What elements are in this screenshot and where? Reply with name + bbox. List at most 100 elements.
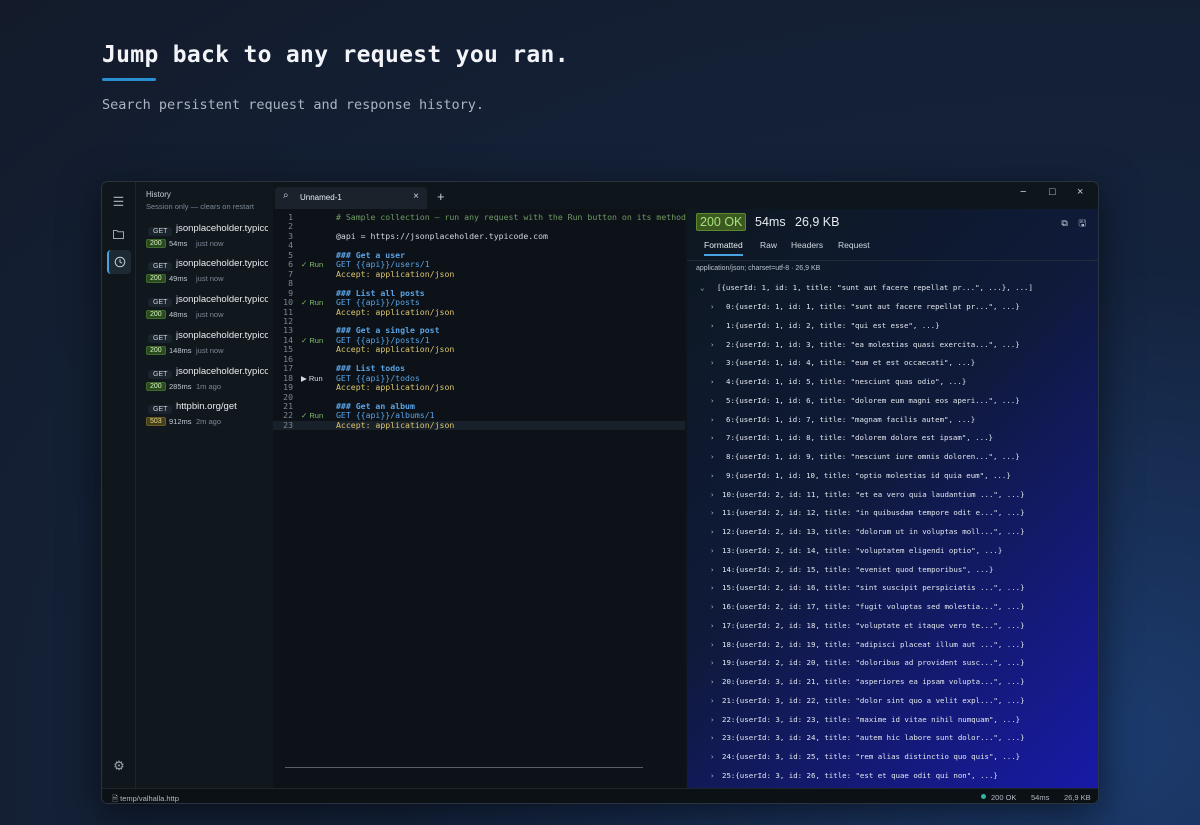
code-line[interactable]: 6 ✓ Run GET {{api}}/users/1: [273, 260, 685, 270]
json-row[interactable]: 20:{userId: 3, id: 21, title: "asperiore…: [722, 677, 1025, 686]
json-row[interactable]: 17:{userId: 2, id: 18, title: "voluptate…: [722, 621, 1025, 630]
gear-icon[interactable]: ⚙: [107, 754, 131, 778]
json-row[interactable]: 1:{userId: 1, id: 2, title: "qui est ess…: [726, 321, 940, 330]
window-close-button[interactable]: ×: [1077, 186, 1083, 198]
tab-headers[interactable]: Headers: [791, 240, 823, 254]
json-row[interactable]: 12:{userId: 2, id: 13, title: "dolorum u…: [722, 527, 1025, 536]
json-row[interactable]: 23:{userId: 3, id: 24, title: "autem hic…: [722, 733, 1025, 742]
history-item[interactable]: GET httpbin.org/get 503 912ms 2m ago: [136, 399, 273, 431]
json-row[interactable]: 18:{userId: 2, id: 19, title: "adipisci …: [722, 640, 1025, 649]
chevron-right-icon[interactable]: ›: [710, 452, 714, 461]
json-row[interactable]: 16:{userId: 2, id: 17, title: "fugit vol…: [722, 602, 1025, 611]
json-row[interactable]: 10:{userId: 2, id: 11, title: "et ea ver…: [722, 490, 1025, 499]
code-line[interactable]: 11 Accept: application/json: [273, 307, 685, 318]
json-row[interactable]: 11:{userId: 2, id: 12, title: "in quibus…: [722, 508, 1025, 517]
history-item[interactable]: GET jsonplaceholder.typicode.com 200 48m…: [136, 292, 273, 324]
json-row[interactable]: 6:{userId: 1, id: 7, title: "magnam faci…: [726, 415, 975, 424]
history-item[interactable]: GET jsonplaceholder.typicode.com 200 54m…: [136, 221, 273, 253]
close-icon[interactable]: ×: [413, 191, 419, 202]
chevron-right-icon[interactable]: ›: [710, 602, 714, 611]
history-item[interactable]: GET jsonplaceholder.typicode.com 200 49m…: [136, 256, 273, 288]
chevron-right-icon[interactable]: ›: [710, 640, 714, 649]
tab-request[interactable]: Request: [838, 240, 870, 254]
chevron-right-icon[interactable]: ›: [710, 340, 714, 349]
json-row[interactable]: 2:{userId: 1, id: 3, title: "ea molestia…: [726, 340, 1020, 349]
tab-raw[interactable]: Raw: [760, 240, 777, 254]
chevron-right-icon[interactable]: ›: [710, 771, 714, 780]
chevron-right-icon[interactable]: ›: [710, 508, 714, 517]
json-row[interactable]: 25:{userId: 3, id: 26, title: "est et qu…: [722, 771, 998, 780]
code-line[interactable]: 3 @api = https://jsonplaceholder.typicode…: [273, 231, 685, 242]
new-tab-button[interactable]: +: [437, 189, 445, 204]
chevron-right-icon[interactable]: ›: [710, 715, 714, 724]
json-row[interactable]: 22:{userId: 3, id: 23, title: "maxime id…: [722, 715, 1020, 724]
chevron-right-icon[interactable]: ›: [710, 621, 714, 630]
code-editor[interactable]: 1 # Sample collection — run any request w…: [273, 209, 686, 788]
code-line[interactable]: 4: [273, 241, 685, 251]
code-line[interactable]: 16: [273, 354, 685, 365]
chevron-right-icon[interactable]: ›: [710, 415, 714, 424]
chevron-right-icon[interactable]: ›: [710, 733, 714, 742]
code-line[interactable]: 1 # Sample collection — run any request w…: [273, 212, 686, 223]
json-row[interactable]: 13:{userId: 2, id: 14, title: "voluptate…: [722, 546, 1002, 555]
history-item[interactable]: GET jsonplaceholder.typicode.com 200 285…: [136, 364, 273, 396]
folder-icon[interactable]: [107, 222, 131, 246]
horizontal-scrollbar[interactable]: [285, 767, 643, 768]
json-row[interactable]: 19:{userId: 2, id: 20, title: "doloribus…: [722, 658, 1025, 667]
tab-unnamed-1[interactable]: ⌕ Unnamed-1 ×: [275, 187, 427, 209]
chevron-right-icon[interactable]: ›: [710, 433, 714, 442]
json-root[interactable]: [{userId: 1, id: 1, title: "sunt aut fac…: [717, 283, 1033, 292]
json-row[interactable]: 9:{userId: 1, id: 10, title: "optio mole…: [726, 471, 1011, 480]
code-line[interactable]: 9 ### List all posts: [273, 288, 685, 299]
json-row[interactable]: 14:{userId: 2, id: 15, title: "eveniet q…: [722, 565, 993, 574]
json-row[interactable]: 4:{userId: 1, id: 5, title: "nesciunt qu…: [726, 377, 966, 386]
chevron-right-icon[interactable]: ›: [710, 565, 714, 574]
chevron-right-icon[interactable]: ›: [710, 583, 714, 592]
code-line[interactable]: 17 ### List todos: [273, 364, 685, 374]
code-line[interactable]: 23 Accept: application/json: [273, 420, 685, 431]
copy-icon[interactable]: ⧉: [1061, 218, 1067, 228]
menu-icon[interactable]: ☰: [107, 190, 131, 214]
chevron-right-icon[interactable]: ›: [710, 658, 714, 667]
code-line[interactable]: 8: [273, 279, 685, 289]
code-line[interactable]: 18 ▶ Run GET {{api}}/todos: [273, 373, 685, 384]
code-line[interactable]: 13 ### Get a single post: [273, 326, 685, 336]
chevron-right-icon[interactable]: ›: [710, 377, 714, 386]
code-line[interactable]: 7 Accept: application/json: [273, 269, 685, 280]
tab-formatted[interactable]: Formatted: [704, 240, 743, 256]
code-line[interactable]: 22 ✓ Run GET {{api}}/albums/1: [273, 411, 685, 421]
run-button[interactable]: ✓ Run: [301, 411, 323, 421]
json-row[interactable]: 5:{userId: 1, id: 6, title: "dolorem eum…: [726, 396, 1020, 405]
code-line[interactable]: 5 ### Get a user: [273, 250, 685, 261]
chevron-right-icon[interactable]: ›: [710, 696, 714, 705]
code-line[interactable]: 10 ✓ Run GET {{api}}/posts: [273, 298, 685, 308]
minimize-button[interactable]: −: [1020, 186, 1026, 198]
run-button[interactable]: ▶ Run: [301, 374, 323, 384]
history-item[interactable]: GET jsonplaceholder.typicode.com 200 148…: [136, 328, 273, 360]
chevron-right-icon[interactable]: ›: [710, 471, 714, 480]
chevron-right-icon[interactable]: ›: [710, 752, 714, 761]
json-row[interactable]: 0:{userId: 1, id: 1, title: "sunt aut fa…: [726, 302, 1020, 311]
chevron-right-icon[interactable]: ›: [710, 546, 714, 555]
code-line[interactable]: 12: [273, 316, 685, 327]
code-line[interactable]: 19 Accept: application/json: [273, 383, 685, 393]
chevron-right-icon[interactable]: ›: [710, 358, 714, 367]
save-icon[interactable]: 🖫: [1078, 218, 1086, 228]
code-line[interactable]: 21 ### Get an album: [273, 401, 685, 412]
json-row[interactable]: 8:{userId: 1, id: 9, title: "nesciunt iu…: [726, 452, 1020, 461]
maximize-button[interactable]: □: [1049, 186, 1056, 198]
run-button[interactable]: ✓ Run: [301, 336, 323, 346]
chevron-right-icon[interactable]: ›: [710, 677, 714, 686]
chevron-right-icon[interactable]: ›: [710, 527, 714, 536]
code-line[interactable]: 14 ✓ Run GET {{api}}/posts/1: [273, 335, 685, 346]
clock-icon[interactable]: [106, 250, 131, 274]
code-line[interactable]: 15 Accept: application/json: [273, 345, 685, 355]
json-row[interactable]: 7:{userId: 1, id: 8, title: "dolorem dol…: [726, 433, 993, 442]
chevron-right-icon[interactable]: ›: [710, 321, 714, 330]
chevron-right-icon[interactable]: ›: [710, 396, 714, 405]
run-button[interactable]: ✓ Run: [301, 298, 323, 308]
json-row[interactable]: 21:{userId: 3, id: 22, title: "dolor sin…: [722, 696, 1025, 705]
json-row[interactable]: 3:{userId: 1, id: 4, title: "eum et est …: [726, 358, 975, 367]
chevron-down-icon[interactable]: ⌄: [700, 283, 704, 292]
code-line[interactable]: 20: [273, 392, 685, 403]
